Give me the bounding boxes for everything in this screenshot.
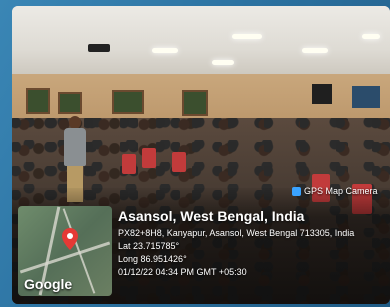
classroom-photo: Google GPS Map Camera Asansol, West Beng…	[12, 6, 390, 304]
ceiling-light	[212, 60, 234, 65]
location-datetime: 01/12/22 04:34 PM GMT +05:30	[118, 267, 247, 277]
wall-board	[352, 86, 380, 108]
ceiling	[12, 6, 390, 78]
ceiling-light	[232, 34, 262, 39]
location-address: PX82+8H8, Kanyapur, Asansol, West Bengal…	[118, 228, 355, 238]
wall-picture	[58, 92, 82, 114]
screenshot-frame: Google GPS Map Camera Asansol, West Beng…	[0, 0, 390, 307]
red-chair	[142, 148, 156, 168]
google-logo: Google	[24, 276, 73, 292]
wall-picture	[182, 90, 208, 116]
location-latitude: Lat 23.715785°	[118, 241, 180, 251]
map-thumbnail: Google	[18, 206, 112, 296]
red-chair	[122, 154, 136, 174]
wall-picture	[112, 90, 144, 114]
wall-picture	[26, 88, 50, 114]
map-pin-icon	[62, 228, 78, 250]
gps-camera-icon	[292, 186, 301, 196]
location-info: Asansol, West Bengal, India PX82+8H8, Ka…	[118, 208, 388, 279]
location-title: Asansol, West Bengal, India	[118, 208, 305, 224]
ceiling-light	[302, 48, 328, 53]
location-longitude: Long 86.951426°	[118, 254, 187, 264]
gps-badge-label: GPS Map Camera	[304, 186, 378, 196]
projector	[88, 44, 110, 52]
ceiling-light	[362, 34, 380, 39]
ceiling-light	[152, 48, 178, 53]
gps-map-camera-badge: GPS Map Camera	[292, 186, 378, 196]
red-chair	[172, 152, 186, 172]
wall-board	[312, 84, 332, 104]
